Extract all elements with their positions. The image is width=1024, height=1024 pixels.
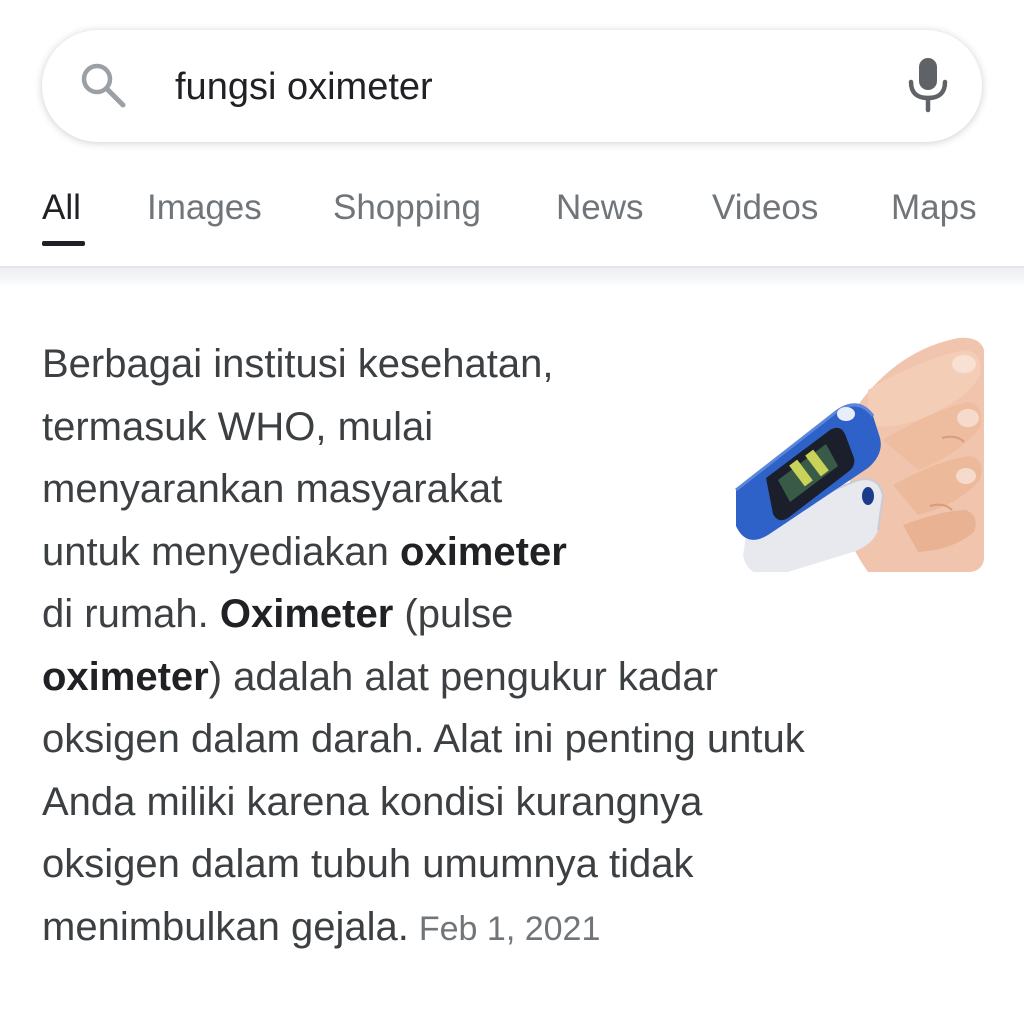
search-input[interactable] bbox=[175, 60, 875, 114]
tab-all[interactable]: All bbox=[42, 188, 81, 228]
snippet-line: di rumah. Oximeter (pulse bbox=[42, 592, 514, 636]
highlighted-term: oximeter bbox=[400, 529, 567, 574]
section-divider bbox=[0, 266, 1024, 288]
snippet-line: termasuk WHO, mulai bbox=[42, 404, 434, 449]
highlighted-term: oximeter bbox=[42, 654, 209, 699]
snippet-thumbnail[interactable] bbox=[718, 330, 984, 572]
snippet-line: menimbulkan gejala. Feb 1, 2021 bbox=[42, 904, 601, 949]
snippet-line: oksigen dalam tubuh umumnya tidak bbox=[42, 842, 694, 886]
snippet-line: Berbagai institusi kesehatan, bbox=[42, 342, 554, 386]
tab-images[interactable]: Images bbox=[147, 188, 262, 228]
snippet-line: Anda miliki karena kondisi kurangnya bbox=[42, 779, 703, 824]
tab-videos[interactable]: Videos bbox=[712, 188, 818, 228]
snippet-line: menyarankan masyarakat bbox=[42, 467, 503, 511]
snippet-line: oximeter) adalah alat pengukur kadar bbox=[42, 654, 718, 699]
featured-snippet-text: Berbagai institusi kesehatan, termasuk W… bbox=[42, 333, 805, 958]
tab-news[interactable]: News bbox=[556, 188, 644, 228]
tab-shopping[interactable]: Shopping bbox=[333, 188, 481, 228]
search-icon[interactable] bbox=[78, 60, 128, 110]
active-tab-indicator bbox=[42, 241, 85, 246]
snippet-line: untuk menyediakan oximeter bbox=[42, 529, 567, 574]
snippet-line: oksigen dalam darah. Alat ini penting un… bbox=[42, 717, 805, 761]
tab-maps[interactable]: Maps bbox=[891, 188, 977, 228]
microphone-icon[interactable] bbox=[905, 56, 951, 114]
highlighted-term: Oximeter bbox=[219, 592, 394, 636]
snippet-date: Feb 1, 2021 bbox=[418, 909, 601, 948]
search-results-page: All Images Shopping News Videos Maps Ber… bbox=[0, 0, 1024, 1024]
pulse-oximeter-image bbox=[735, 337, 984, 572]
